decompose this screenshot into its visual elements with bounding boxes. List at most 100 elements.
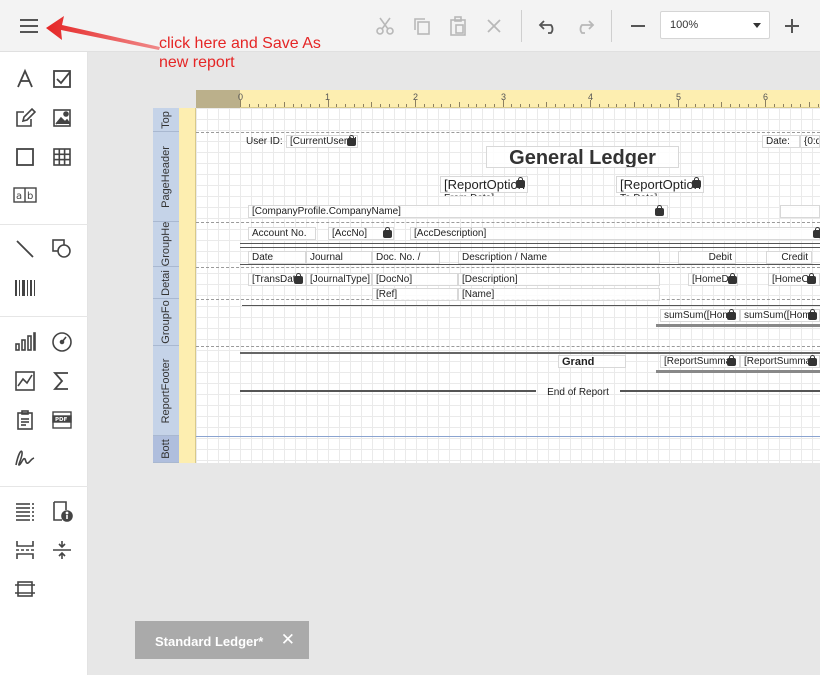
ruler-tick [800, 104, 801, 107]
lock-icon [727, 355, 736, 366]
character-comb-tool-icon[interactable]: ab [12, 182, 38, 208]
line-tool-icon[interactable] [12, 236, 38, 262]
col-journal-label[interactable]: Journal [306, 251, 372, 264]
barcode-tool-icon[interactable] [12, 275, 38, 301]
band-group-header[interactable]: GroupHe [153, 222, 179, 267]
ruler-tick [642, 104, 644, 107]
account-no-label[interactable]: Account No. [248, 227, 316, 240]
close-icon[interactable]: ✕ [281, 630, 295, 650]
col-description-label[interactable]: Description / Name [458, 251, 660, 264]
grand-label[interactable]: Grand [558, 355, 626, 368]
cross-band-line-icon[interactable] [49, 537, 75, 563]
panel-tool-icon[interactable] [12, 144, 38, 170]
pdf-content-icon[interactable]: PDF [49, 407, 75, 433]
user-id-label[interactable]: User ID: [242, 135, 286, 148]
checkbox-tool-icon[interactable] [49, 66, 75, 92]
vertical-ruler [179, 108, 196, 463]
ruler-tick [773, 104, 775, 107]
ruler-tick [388, 104, 390, 107]
report-option-from-field[interactable]: [ReportOption [440, 176, 528, 193]
signature-tool-icon[interactable] [12, 445, 38, 471]
redo-icon[interactable] [568, 10, 600, 42]
ruler-tick [677, 100, 679, 107]
ruler-tick [485, 104, 486, 107]
ruler-tick [668, 104, 670, 107]
ruler-tick [362, 104, 364, 107]
acc-description-field[interactable]: [AccDescription] [410, 227, 820, 240]
copy-icon[interactable] [406, 10, 438, 42]
sparkline-tool-icon[interactable] [12, 368, 38, 394]
col-debit-label[interactable]: Debit [678, 251, 736, 264]
description-field[interactable]: [Description] [458, 273, 660, 286]
band-detail[interactable]: Detai [153, 267, 179, 299]
date-field[interactable]: {0:d [800, 135, 820, 148]
document-tab[interactable]: Standard Ledger* ✕ [135, 621, 309, 659]
band-report-footer[interactable]: ReportFooter [153, 346, 179, 436]
paste-icon[interactable] [442, 10, 474, 42]
ruler-tick [292, 104, 294, 107]
report-option-to-field[interactable]: [ReportOption [616, 176, 704, 193]
svg-text:PDF: PDF [55, 417, 68, 423]
band-label-text: GroupHe [160, 221, 172, 267]
ruler-tick [598, 104, 600, 107]
picture-tool-icon[interactable] [49, 105, 75, 131]
subreport-tool-icon[interactable] [12, 407, 38, 433]
shape-tool-icon[interactable] [49, 236, 75, 262]
col-credit-label[interactable]: Credit [766, 251, 812, 264]
cross-band-box-icon[interactable] [12, 576, 38, 602]
col-date-label[interactable]: Date [248, 251, 306, 264]
band-group-footer[interactable]: GroupFo [153, 299, 179, 346]
zoom-select[interactable]: 100% [660, 11, 770, 39]
summary-sigma-icon[interactable] [49, 368, 75, 394]
delete-icon[interactable] [478, 10, 510, 42]
richtext-tool-icon[interactable] [12, 105, 38, 131]
ruler-tick [660, 104, 661, 107]
col-doc-no-label[interactable]: Doc. No. / [372, 251, 440, 264]
band-labels: Top PageHeader GroupHe Detai GroupFo Rep… [153, 108, 179, 463]
header-rule [240, 264, 820, 265]
band-bottom[interactable]: Bott [153, 436, 179, 463]
ruler-tick [275, 104, 276, 107]
ref-field[interactable]: [Ref] [372, 288, 458, 301]
company-name-field[interactable]: [CompanyProfile.CompanyName] [248, 205, 668, 218]
label-tool-icon[interactable] [12, 66, 38, 92]
page-break-icon[interactable] [12, 537, 38, 563]
band-label-text: Detai [160, 269, 172, 296]
gauge-tool-icon[interactable] [49, 329, 75, 355]
ruler-tick [808, 102, 810, 107]
ruler-tick [450, 104, 451, 107]
ruler-tick [432, 104, 434, 107]
annotation-line: click here and Save As [159, 35, 321, 52]
zoom-in-icon[interactable] [776, 10, 808, 42]
ruler-tick [397, 104, 399, 107]
band-page-header[interactable]: PageHeader [153, 132, 179, 222]
footer-rule [242, 305, 820, 306]
chart-tool-icon[interactable] [12, 329, 38, 355]
ruler-tick [301, 104, 303, 107]
report-canvas[interactable]: User ID: [CurrentUser.U Date: {0:d Gener… [196, 108, 820, 463]
toolbox-separator [0, 224, 88, 225]
doc-no-field[interactable]: [DocNo] [372, 273, 458, 286]
end-of-report-label[interactable]: End of Report [540, 386, 616, 399]
cut-icon[interactable] [369, 10, 401, 42]
ruler-tick [695, 104, 696, 107]
journal-type-field[interactable]: [JournalType] [306, 273, 372, 286]
name-field[interactable]: [Name] [458, 288, 660, 301]
band-top[interactable]: Top [153, 108, 179, 132]
report-title[interactable]: General Ledger [486, 146, 679, 168]
table-tool-icon[interactable] [49, 144, 75, 170]
toolbox: ab PDF [0, 52, 88, 675]
date-label[interactable]: Date: [762, 135, 800, 148]
undo-icon[interactable] [533, 10, 565, 42]
zoom-out-icon[interactable] [622, 10, 654, 42]
toolbar-separator [611, 10, 612, 42]
page-info-icon[interactable] [49, 498, 75, 524]
toolbox-separator [0, 316, 88, 317]
band-label-text: PageHeader [160, 145, 172, 208]
ruler-tick [371, 102, 373, 107]
lock-icon [347, 135, 356, 146]
ruler-tick [441, 104, 443, 107]
header-extra-field[interactable] [780, 205, 820, 218]
toc-tool-icon[interactable] [12, 498, 38, 524]
ruler-tick [817, 104, 819, 107]
